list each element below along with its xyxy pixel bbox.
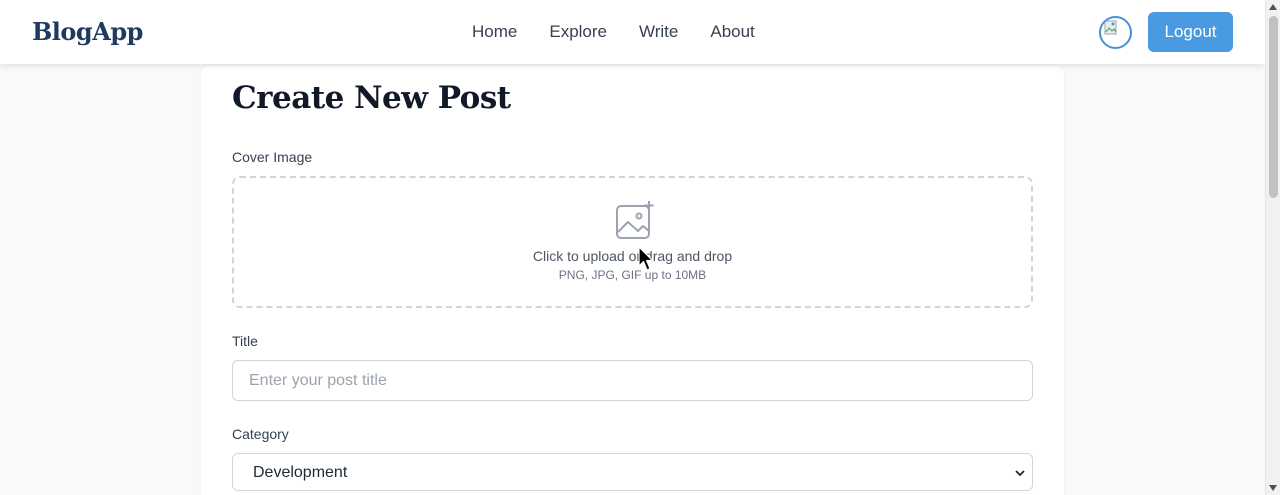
nav-write-link[interactable]: Write [639,22,678,42]
brand-logo[interactable]: BlogApp [32,17,143,46]
page-title: Create New Post [232,80,511,116]
chevron-down-icon [1014,466,1026,484]
logout-button[interactable]: Logout [1148,12,1233,52]
cover-image-dropzone[interactable]: Click to upload or drag and drop PNG, JP… [232,176,1033,308]
nav-about-link[interactable]: About [710,22,754,42]
nav-explore-link[interactable]: Explore [549,22,607,42]
upload-instruction-text: Click to upload or drag and drop [532,248,733,264]
title-label: Title [232,333,258,349]
top-navbar: BlogApp Home Explore Write About Logout [0,0,1265,64]
broken-image-icon [1104,20,1117,35]
category-label: Category [232,426,289,442]
cover-image-label: Cover Image [232,149,313,165]
post-title-input[interactable] [232,360,1033,401]
upload-hint-text: PNG, JPG, GIF up to 10MB [558,268,707,282]
category-select[interactable]: Development [232,453,1033,491]
nav-home-link[interactable]: Home [472,22,517,42]
scroll-up-arrow-icon[interactable] [1269,4,1277,10]
user-avatar[interactable] [1099,16,1132,49]
scroll-down-arrow-icon[interactable] [1269,485,1277,491]
mouse-pointer-icon [638,246,654,277]
image-plus-icon [615,200,655,245]
scrollbar-thumb[interactable] [1269,16,1278,198]
vertical-scrollbar[interactable] [1265,0,1280,495]
category-selected-value: Development [253,464,348,481]
main-nav: Home Explore Write About [472,22,755,42]
